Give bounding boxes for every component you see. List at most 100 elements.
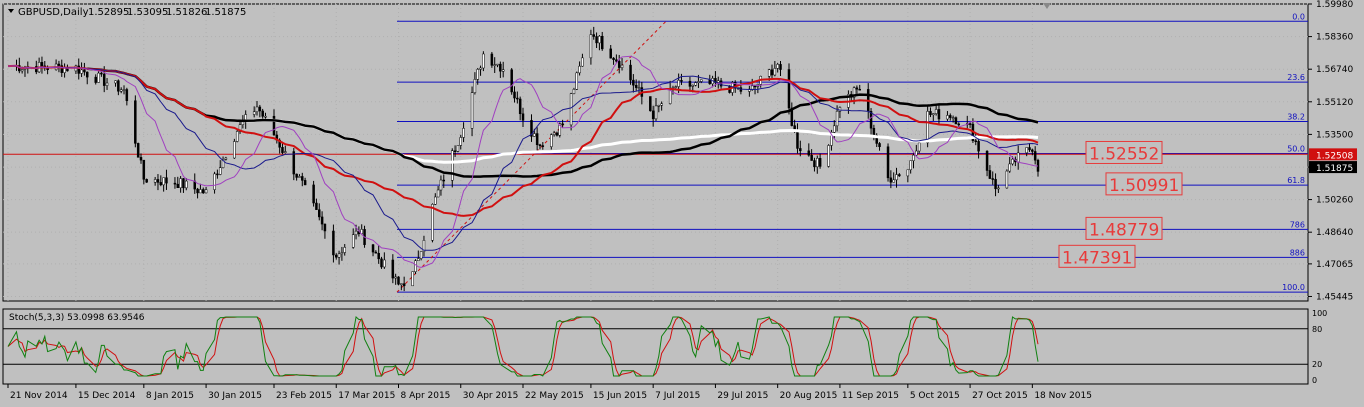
candle-body [833,125,836,133]
time-tick-label: 8 Apr 2015 [400,391,450,401]
candle-body [700,79,703,82]
candle-body [632,79,635,86]
candle-body [122,89,126,91]
candle-body [869,111,873,129]
stochastic-panel[interactable]: Stoch(5,3,3) 53.0998 63.9546 [2,308,1309,385]
candle-body [957,123,961,126]
candle-body [173,182,177,185]
candle-body [176,183,180,189]
candle-body [889,177,893,183]
candle-body [691,85,695,87]
ohlc-open: 1.52895 [88,7,129,18]
time-tick-label: 20 Aug 2015 [780,391,838,401]
candle-body [578,65,581,74]
candle-body [770,69,774,76]
candle-body [550,134,553,147]
candle-body [337,253,341,258]
candle-body [994,178,997,190]
candle-body [156,179,160,183]
candle-body [677,80,680,87]
candle-body [501,69,505,72]
candle-body [620,64,624,68]
candle-body [185,180,188,189]
candle-body [510,69,513,93]
candle-body [988,170,992,179]
candle-body [482,53,485,69]
candle-body [917,142,921,152]
candle-body [476,69,479,80]
candle-body [233,141,236,159]
bid-tag-label: 1.52508 [1316,151,1353,161]
time-tick-label: 17 Mar 2015 [338,391,395,401]
candle-body [499,63,502,72]
candle-body [182,178,185,189]
candle-body [479,67,482,70]
candle-body [915,150,918,156]
candle-body [892,179,895,183]
stoch-tick-label: 80 [1312,325,1322,334]
time-tick-label: 15 Dec 2014 [78,391,136,401]
candle-body [162,177,165,186]
price-label-text: 1.47391 [1062,248,1132,268]
fib-level-label: 50.0 [1287,145,1305,154]
candle-body [216,173,219,176]
candle-body [153,179,157,183]
stochastic-title: Stoch(5,3,3) 53.0998 63.9546 [9,313,145,323]
time-tick-label: 7 Jul 2015 [655,391,700,401]
candle-body [592,34,595,37]
fib-level-label: 886 [1290,248,1305,257]
candle-body [773,68,777,76]
candle-body [1033,151,1037,161]
candle-body [581,57,584,67]
candle-body [40,62,44,67]
time-tick-label: 23 Feb 2015 [276,391,332,401]
candle-body [767,69,771,77]
candle-body [637,87,641,89]
candle-body [94,76,97,83]
candle-body [660,103,663,106]
candle-body [100,72,103,75]
candle-body [295,173,298,178]
candle-body [985,150,989,171]
candle-body [97,72,100,83]
candle-body [906,169,910,177]
candle-body [204,189,208,194]
candle-body [391,259,395,279]
candle-body [954,117,958,125]
time-tick-label: 21 Nov 2014 [10,391,68,401]
candle-body [261,110,264,117]
candle-body [575,72,579,90]
price-tick-label: 1.53500 [1316,130,1353,140]
candle-body [303,180,307,186]
candle-body [414,260,417,272]
candle-body [787,69,791,109]
candle-body [898,174,901,177]
candle-body [1028,147,1031,151]
candle-body [340,252,344,255]
candle-body [252,111,256,115]
time-tick-label: 8 Jan 2015 [146,391,194,401]
candle-body [929,111,932,116]
candle-body [600,35,604,50]
candle-body [284,151,287,153]
candle-body [651,110,655,120]
candle-body [688,80,692,87]
candle-body [85,71,89,78]
candle-body [323,223,327,232]
candle-body [779,64,782,70]
candle-body [241,121,245,125]
price-label-text: 1.50991 [1109,176,1179,196]
candle-body [1011,158,1014,165]
candle-body [383,259,386,268]
candle-body [810,154,813,161]
candle-body [102,73,106,86]
candle-body [694,82,697,86]
stoch-tick-label: 100 [1312,309,1327,318]
candle-body [753,85,757,88]
candle-body [442,179,446,182]
candle-body [1031,149,1034,152]
candle-body [213,173,216,190]
candle-body [315,202,318,210]
ohlc-low: 1.51826 [166,7,207,18]
candle-body [909,160,912,171]
